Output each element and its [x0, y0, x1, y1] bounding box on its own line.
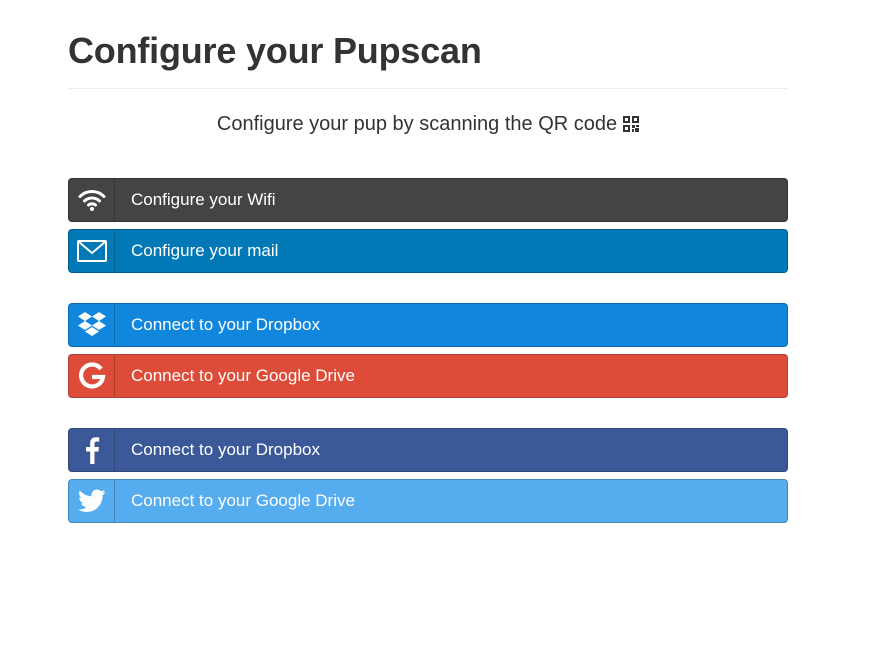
configure-mail-label: Configure your mail	[131, 241, 279, 260]
storage-button-group: Connect to your Dropbox Connect to your …	[68, 303, 788, 398]
dropbox-icon	[69, 304, 115, 346]
page-title: Configure your Pupscan	[68, 30, 482, 71]
connect-twitter-button[interactable]: Connect to your Google Drive	[68, 479, 788, 523]
subtitle-row: Configure your pup by scanning the QR co…	[68, 112, 788, 136]
configure-wifi-label: Configure your Wifi	[131, 190, 276, 209]
qr-code-icon	[623, 116, 640, 132]
social-button-group: Connect to your Dropbox Connect to your …	[68, 428, 788, 523]
twitter-icon	[69, 480, 115, 522]
envelope-icon	[69, 230, 115, 272]
connect-google-drive-button[interactable]: Connect to your Google Drive	[68, 354, 788, 398]
connect-dropbox-button[interactable]: Connect to your Dropbox	[68, 303, 788, 347]
wifi-icon	[69, 179, 115, 221]
title-divider	[68, 88, 788, 89]
connect-twitter-label: Connect to your Google Drive	[131, 491, 355, 510]
subtitle-text: Configure your pup by scanning the QR co…	[216, 113, 618, 135]
connect-facebook-label: Connect to your Dropbox	[131, 440, 320, 459]
main-container: Configure your Pupscan Configure your pu…	[68, 0, 788, 530]
google-icon	[69, 355, 115, 397]
configure-mail-button[interactable]: Configure your mail	[68, 229, 788, 273]
facebook-icon	[69, 429, 115, 471]
config-button-group: Configure your Wifi Configure your mail	[68, 178, 788, 273]
connect-dropbox-label: Connect to your Dropbox	[131, 315, 320, 334]
connect-facebook-button[interactable]: Connect to your Dropbox	[68, 428, 788, 472]
configure-wifi-button[interactable]: Configure your Wifi	[68, 178, 788, 222]
connect-google-drive-label: Connect to your Google Drive	[131, 366, 355, 385]
